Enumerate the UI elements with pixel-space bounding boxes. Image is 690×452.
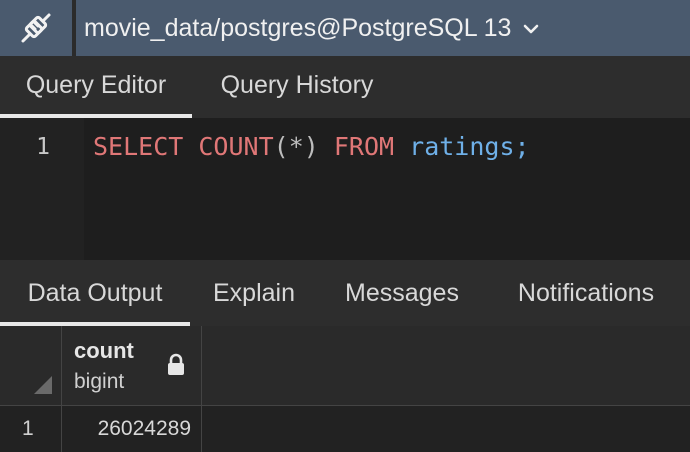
connection-label: movie_data/postgres@PostgreSQL 13: [84, 13, 512, 42]
cell-count-value[interactable]: 26024289: [62, 406, 202, 452]
row-number[interactable]: 1: [0, 406, 62, 452]
column-type: bigint: [74, 370, 125, 393]
result-grid: count bigint 1 26024289: [0, 326, 690, 452]
connection-bar: movie_data/postgres@PostgreSQL 13: [0, 0, 690, 56]
count-args: (*): [273, 132, 319, 161]
editor-tabs: Query Editor Query History: [0, 56, 690, 118]
tab-messages[interactable]: Messages: [318, 260, 486, 326]
connect-plug-icon: [21, 13, 51, 43]
line-gutter: 1: [0, 118, 84, 260]
tab-explain[interactable]: Explain: [190, 260, 318, 326]
tab-query-history[interactable]: Query History: [192, 56, 402, 118]
connection-select[interactable]: movie_data/postgres@PostgreSQL 13: [76, 0, 690, 56]
lock-icon: [168, 353, 184, 375]
tab-query-editor[interactable]: Query Editor: [0, 56, 192, 118]
tab-data-output[interactable]: Data Output: [0, 260, 190, 326]
connection-status-button[interactable]: [0, 0, 72, 56]
chevron-down-icon: [524, 24, 539, 34]
tab-notifications[interactable]: Notifications: [486, 260, 686, 326]
corner-triangle-icon: [34, 376, 52, 394]
statement-terminator: ;: [514, 132, 530, 161]
table-identifier: ratings: [409, 132, 515, 161]
output-tabs: Data Output Explain Messages Notificatio…: [0, 260, 690, 326]
sql-code-line[interactable]: SELECT COUNT(*) FROM ratings;: [93, 132, 530, 161]
function-count: COUNT: [198, 132, 274, 161]
column-name: count: [74, 338, 134, 363]
sql-editor[interactable]: 1 SELECT COUNT(*) FROM ratings;: [0, 118, 690, 260]
column-header-count[interactable]: count bigint: [62, 326, 202, 406]
keyword-select: SELECT: [93, 132, 184, 161]
header-filler: [202, 326, 690, 406]
select-all-corner[interactable]: [0, 326, 62, 406]
line-number: 1: [36, 134, 50, 160]
keyword-from: FROM: [333, 132, 395, 161]
